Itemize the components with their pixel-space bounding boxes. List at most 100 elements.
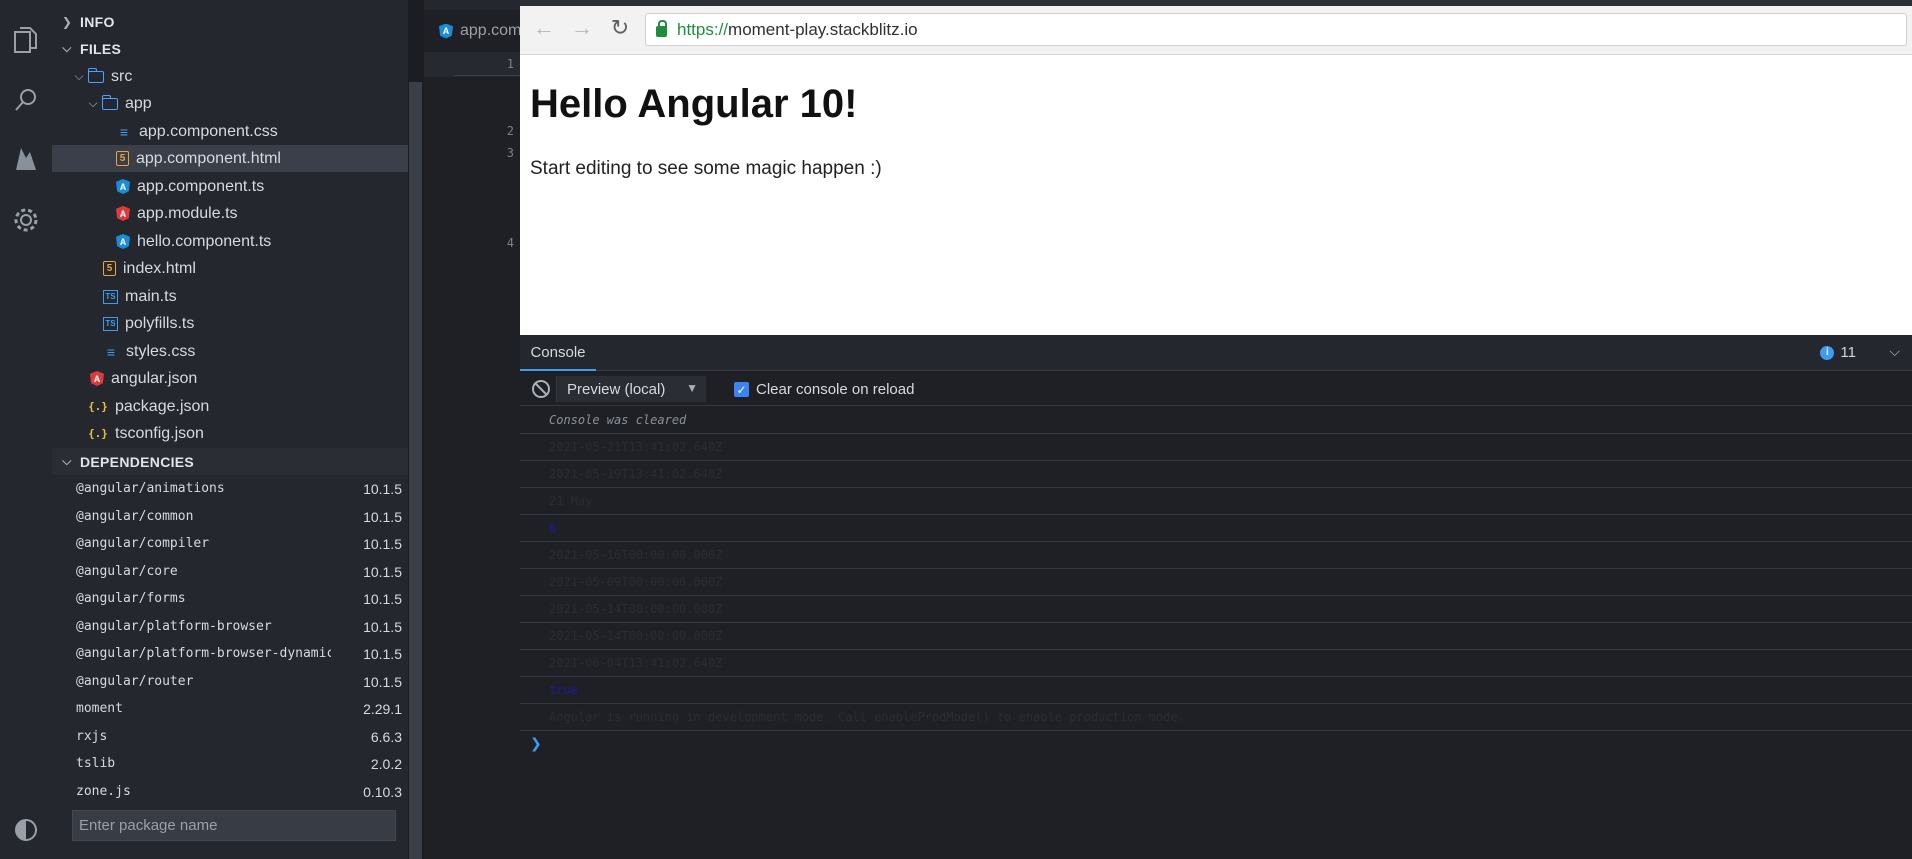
tree-item-app-module-ts[interactable]: A app.module.ts	[52, 200, 408, 227]
dependency-name: @angular/animations	[76, 481, 225, 496]
clear-on-reload-label: Clear console on reload	[756, 381, 915, 398]
info-icon: i	[1820, 345, 1835, 360]
package-name-input[interactable]	[72, 810, 396, 841]
console-tab-bar: Console i 11 ⌵	[520, 335, 1912, 371]
typescript-file-icon: TS	[103, 289, 118, 304]
info-count: 11	[1840, 344, 1856, 361]
css-file-icon: ≡	[119, 123, 129, 140]
files-icon[interactable]	[8, 22, 44, 58]
angular-module-icon: A	[116, 206, 130, 221]
info-count-badge[interactable]: i 11	[1820, 344, 1856, 361]
tree-item-styles-css[interactable]: ≡ styles.css	[52, 338, 408, 365]
files-section-header[interactable]: ⌵ FILES	[52, 35, 408, 62]
url-host: moment-play.stackblitz.io	[728, 19, 918, 39]
dependency-version: 10.1.5	[363, 563, 402, 580]
tree-item-package-json[interactable]: {.} package.json	[52, 393, 408, 420]
dependency-row[interactable]: @angular/core 10.1.5	[52, 558, 408, 585]
tree-item-app[interactable]: ⌵ app	[52, 90, 408, 117]
tree-item-label: tsconfig.json	[115, 424, 204, 442]
line-number: 2	[506, 124, 514, 138]
console-log-row: 2021-05-09T00:00:00.000Z	[520, 569, 1912, 596]
dependency-row[interactable]: @angular/forms 10.1.5	[52, 585, 408, 612]
dependency-row[interactable]: @angular/router 10.1.5	[52, 668, 408, 695]
console-log-row: Console was cleared	[520, 407, 1912, 434]
line-number: 1	[506, 57, 514, 71]
tree-item-angular-json[interactable]: A angular.json	[52, 365, 408, 392]
reload-icon[interactable]: ↻	[606, 14, 634, 42]
dependency-version: 10.1.5	[363, 673, 402, 690]
forward-arrow-icon[interactable]: →	[568, 14, 596, 42]
chevron-down-icon: ⌵	[62, 454, 72, 468]
back-arrow-icon[interactable]: ←	[530, 14, 558, 42]
angular-file-icon: A	[116, 179, 130, 194]
sidebar: ❯ INFO ⌵ FILES ⌵ src ⌵ app ≡ app.compone…	[52, 0, 408, 859]
console-log-row: 21 May	[520, 488, 1912, 515]
console-log-row: 2021-05-14T00:00:00.000Z	[520, 623, 1912, 650]
tree-item-label: app.module.ts	[137, 204, 238, 222]
console-panel: Console i 11 ⌵ Preview (local) ▼ ✓ Clear…	[520, 335, 1912, 859]
activity-bar	[0, 0, 52, 859]
clear-console-icon[interactable]	[532, 380, 550, 398]
tree-item-app-component-css[interactable]: ≡ app.component.css	[52, 118, 408, 145]
dependency-name: @angular/forms	[76, 591, 186, 606]
dependency-name: @angular/platform-browser-dynamic	[76, 646, 331, 661]
tree-item-src[interactable]: ⌵ src	[52, 63, 408, 90]
tree-item-label: app.component.css	[139, 122, 278, 140]
info-section-header[interactable]: ❯ INFO	[52, 8, 408, 35]
dependency-row[interactable]: @angular/compiler 10.1.5	[52, 530, 408, 557]
address-bar[interactable]: https:// moment-play.stackblitz.io	[645, 13, 1907, 46]
chevron-right-icon: ❯	[61, 14, 73, 29]
firebase-icon[interactable]	[8, 142, 44, 178]
theme-toggle-icon[interactable]	[8, 812, 44, 848]
folder-icon	[87, 67, 104, 83]
dependency-row[interactable]: @angular/animations 10.1.5	[52, 475, 408, 502]
page-paragraph: Start editing to see some magic happen :…	[530, 158, 882, 179]
tree-item-tsconfig-json[interactable]: {.} tsconfig.json	[52, 420, 408, 447]
typescript-file-icon: TS	[103, 316, 118, 331]
editor-tab-app-component[interactable]: A app.com	[424, 10, 521, 52]
dependency-row[interactable]: @angular/platform-browser-dynamic 10.1.5	[52, 640, 408, 667]
dependency-name: @angular/core	[76, 564, 178, 579]
dependency-row[interactable]: @angular/common 10.1.5	[52, 503, 408, 530]
settings-gear-icon[interactable]	[8, 202, 44, 238]
dependency-row[interactable]: zone.js 0.10.3	[52, 778, 408, 805]
dropdown-arrow-icon: ▼	[686, 381, 698, 395]
code-editor[interactable]: A app.com 1 2 3 4	[424, 0, 521, 859]
clear-on-reload-checkbox[interactable]: ✓	[734, 382, 749, 397]
dependencies-section-header[interactable]: ⌵ DEPENDENCIES	[52, 448, 408, 475]
dependency-row[interactable]: tslib 2.0.2	[52, 750, 408, 777]
dependency-version: 10.1.5	[363, 508, 402, 525]
tree-item-label: app.component.html	[136, 149, 281, 167]
context-select[interactable]: Preview (local) ▼	[556, 376, 706, 402]
search-icon[interactable]	[8, 82, 44, 118]
dependency-version: 6.6.3	[370, 728, 402, 745]
tree-item-index-html[interactable]: 5 index.html	[52, 255, 408, 282]
line-number: 3	[506, 146, 514, 160]
dependency-name: rxjs	[76, 729, 108, 744]
tree-item-main-ts[interactable]: TS main.ts	[52, 283, 408, 310]
dependencies-header-label: DEPENDENCIES	[80, 453, 195, 470]
line-number: 4	[506, 236, 514, 250]
page-heading: Hello Angular 10!	[530, 82, 858, 126]
dependency-row[interactable]: @angular/platform-browser 10.1.5	[52, 613, 408, 640]
dependency-row[interactable]: rxjs 6.6.3	[52, 723, 408, 750]
console-log-row: Angular is running in development mode. …	[520, 704, 1912, 731]
tree-item-app-component-ts[interactable]: A app.component.ts	[52, 173, 408, 200]
tree-item-hello-component-ts[interactable]: A hello.component.ts	[52, 228, 408, 255]
folder-icon	[101, 94, 118, 110]
sidebar-scrollbar-thumb[interactable]	[409, 82, 422, 859]
console-log-row: 2021-05-14T00:00:00.000Z	[520, 596, 1912, 623]
dependency-name: @angular/common	[76, 509, 194, 524]
dependency-row[interactable]: moment 2.29.1	[52, 695, 408, 722]
tree-item-polyfills-ts[interactable]: TS polyfills.ts	[52, 310, 408, 337]
chevron-down-icon: ⌵	[74, 69, 84, 83]
dependency-version: 2.29.1	[363, 700, 402, 717]
console-prompt-icon[interactable]: ❯	[530, 735, 542, 752]
divider	[454, 75, 520, 76]
console-log-row: 2021-06-04T13:41:02.640Z	[520, 650, 1912, 677]
tree-item-app-component-html[interactable]: 5 app.component.html	[52, 145, 408, 172]
dependency-version: 10.1.5	[363, 645, 402, 662]
preview-browser: ← → ↻ https:// moment-play.stackblitz.io…	[520, 0, 1912, 859]
tab-console[interactable]: Console	[520, 335, 596, 371]
chevron-down-icon[interactable]: ⌵	[1889, 343, 1900, 360]
